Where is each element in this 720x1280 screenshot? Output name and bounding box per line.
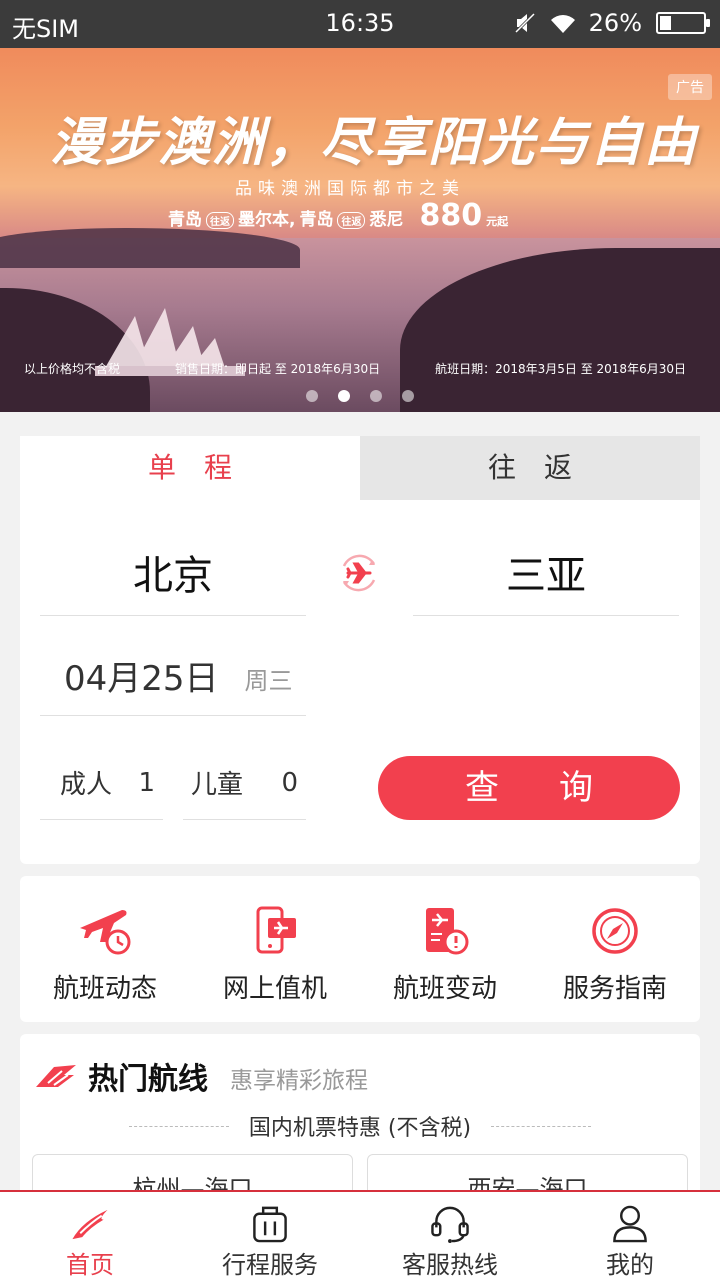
service-label: 航班动态 <box>52 974 157 1004</box>
child-label: 儿童 <box>191 770 244 800</box>
search-flights-button[interactable]: 查询 <box>378 756 680 820</box>
roundtrip-tag: 往返 <box>337 212 366 229</box>
adult-passenger-selector[interactable]: 成人 1 <box>40 746 163 820</box>
banner-subtitle: 品味澳洲国际都市之美 <box>235 179 465 199</box>
home-logo-icon <box>72 1209 108 1240</box>
nav-label: 首页 <box>66 1251 114 1279</box>
service-label: 服务指南 <box>562 974 667 1004</box>
quick-services: 航班动态 网上值机 航班变动 服务指南 <box>20 876 700 1022</box>
banner-route: 青岛 往返 墨尔本, 青岛 往返 悉尼 880 元起 <box>168 198 508 233</box>
departure-date: 04月25日 <box>64 659 219 699</box>
roundtrip-tag: 往返 <box>206 212 234 229</box>
promo-banner[interactable]: 漫步澳洲，尽享阳光与自由 广告 品味澳洲国际都市之美 青岛 往返 墨尔本, 青岛… <box>0 48 720 412</box>
mute-icon <box>514 12 535 34</box>
hot-routes-title: 热门航线 <box>88 1062 208 1097</box>
battery-icon <box>656 12 710 34</box>
domestic-deals-divider: 国内机票特惠 (不含税) <box>20 1110 700 1142</box>
carousel-dot[interactable] <box>306 390 318 402</box>
hot-routes-section: 热门航线 惠享精彩旅程 国内机票特惠 (不含税) 杭州—海口 西安—海口 <box>20 1034 700 1204</box>
departure-date-field[interactable]: 04月25日 周三 <box>40 636 306 716</box>
banner-land <box>0 228 300 268</box>
person-icon <box>613 1205 647 1243</box>
arrival-city[interactable]: 三亚 <box>413 536 679 616</box>
airline-logo-icon <box>36 1065 76 1087</box>
carousel-dot[interactable] <box>370 390 382 402</box>
luggage-icon <box>253 1206 287 1243</box>
swap-cities-icon[interactable] <box>336 550 382 596</box>
bottom-navigation: 首页 行程服务 客服热线 我的 <box>0 1190 720 1280</box>
compass-icon <box>592 908 638 954</box>
child-passenger-selector[interactable]: 儿童 0 <box>183 746 306 820</box>
trip-type-tabs: 单程 往返 <box>20 436 700 500</box>
adult-label: 成人 <box>60 770 113 800</box>
nav-home[interactable]: 首页 <box>0 1192 180 1280</box>
status-icons: 26% <box>513 9 710 37</box>
tax-note: 以上价格均不含税 <box>24 362 121 376</box>
flight-dates: 航班日期：2018年3月5日 至 2018年6月30日 <box>435 362 686 376</box>
hot-routes-subtitle: 惠享精彩旅程 <box>230 1068 368 1094</box>
headset-icon <box>431 1206 469 1243</box>
route-origin: 青岛 <box>299 210 334 230</box>
nav-trip-service[interactable]: 行程服务 <box>180 1192 360 1280</box>
battery-percent: 26% <box>588 9 642 37</box>
nav-label: 我的 <box>606 1251 654 1279</box>
divider-line <box>128 1125 229 1127</box>
weekday-label: 周三 <box>244 667 293 695</box>
carousel-indicator[interactable] <box>0 390 720 402</box>
carousel-dot[interactable] <box>402 390 414 402</box>
price-unit: 元起 <box>486 215 509 228</box>
carousel-dot[interactable] <box>338 390 350 402</box>
service-guide[interactable]: 服务指南 <box>530 876 700 1022</box>
adult-count: 1 <box>138 767 155 798</box>
route-destination: 墨尔本, <box>238 210 296 230</box>
nav-my-account[interactable]: 我的 <box>540 1192 720 1280</box>
domestic-deals-label: 国内机票特惠 (不含税) <box>248 1116 472 1141</box>
hot-routes-header: 热门航线 惠享精彩旅程 <box>20 1034 700 1098</box>
route-destination: 悉尼 <box>369 210 404 230</box>
ad-badge: 广告 <box>668 74 712 100</box>
service-online-checkin[interactable]: 网上值机 <box>190 876 360 1022</box>
nav-label: 行程服务 <box>222 1251 318 1279</box>
wifi-icon <box>550 15 575 33</box>
route-origin: 青岛 <box>168 210 202 230</box>
tab-one-way[interactable]: 单程 <box>20 436 360 500</box>
flight-status-icon <box>80 910 131 955</box>
service-flight-change[interactable]: 航班变动 <box>360 876 530 1022</box>
banner-title: 漫步澳洲，尽享阳光与自由 <box>50 112 699 173</box>
divider-line <box>491 1125 592 1127</box>
banner-footnote: 以上价格均不含税 销售日期：即日起 至 2018年6月30日 航班日期：2018… <box>24 360 686 377</box>
tab-round-trip[interactable]: 往返 <box>360 436 700 500</box>
banner-price: 880 <box>419 198 483 233</box>
service-label: 航班变动 <box>392 974 497 1004</box>
service-flight-status[interactable]: 航班动态 <box>20 876 190 1022</box>
service-label: 网上值机 <box>222 974 327 1004</box>
nav-label: 客服热线 <box>402 1251 498 1279</box>
flight-change-icon <box>426 908 469 955</box>
departure-city[interactable]: 北京 <box>40 536 306 616</box>
nav-customer-hotline[interactable]: 客服热线 <box>360 1192 540 1280</box>
booking-card: 单程 往返 北京 三亚 04月25日 周三 成人 1 儿童 0 查询 <box>20 436 700 864</box>
battery-fill <box>660 16 671 30</box>
sale-dates: 销售日期：即日起 至 2018年6月30日 <box>175 362 381 376</box>
online-checkin-icon <box>256 906 296 954</box>
child-count: 0 <box>281 767 298 798</box>
status-bar: 无SIM 16:35 26% <box>0 0 720 48</box>
